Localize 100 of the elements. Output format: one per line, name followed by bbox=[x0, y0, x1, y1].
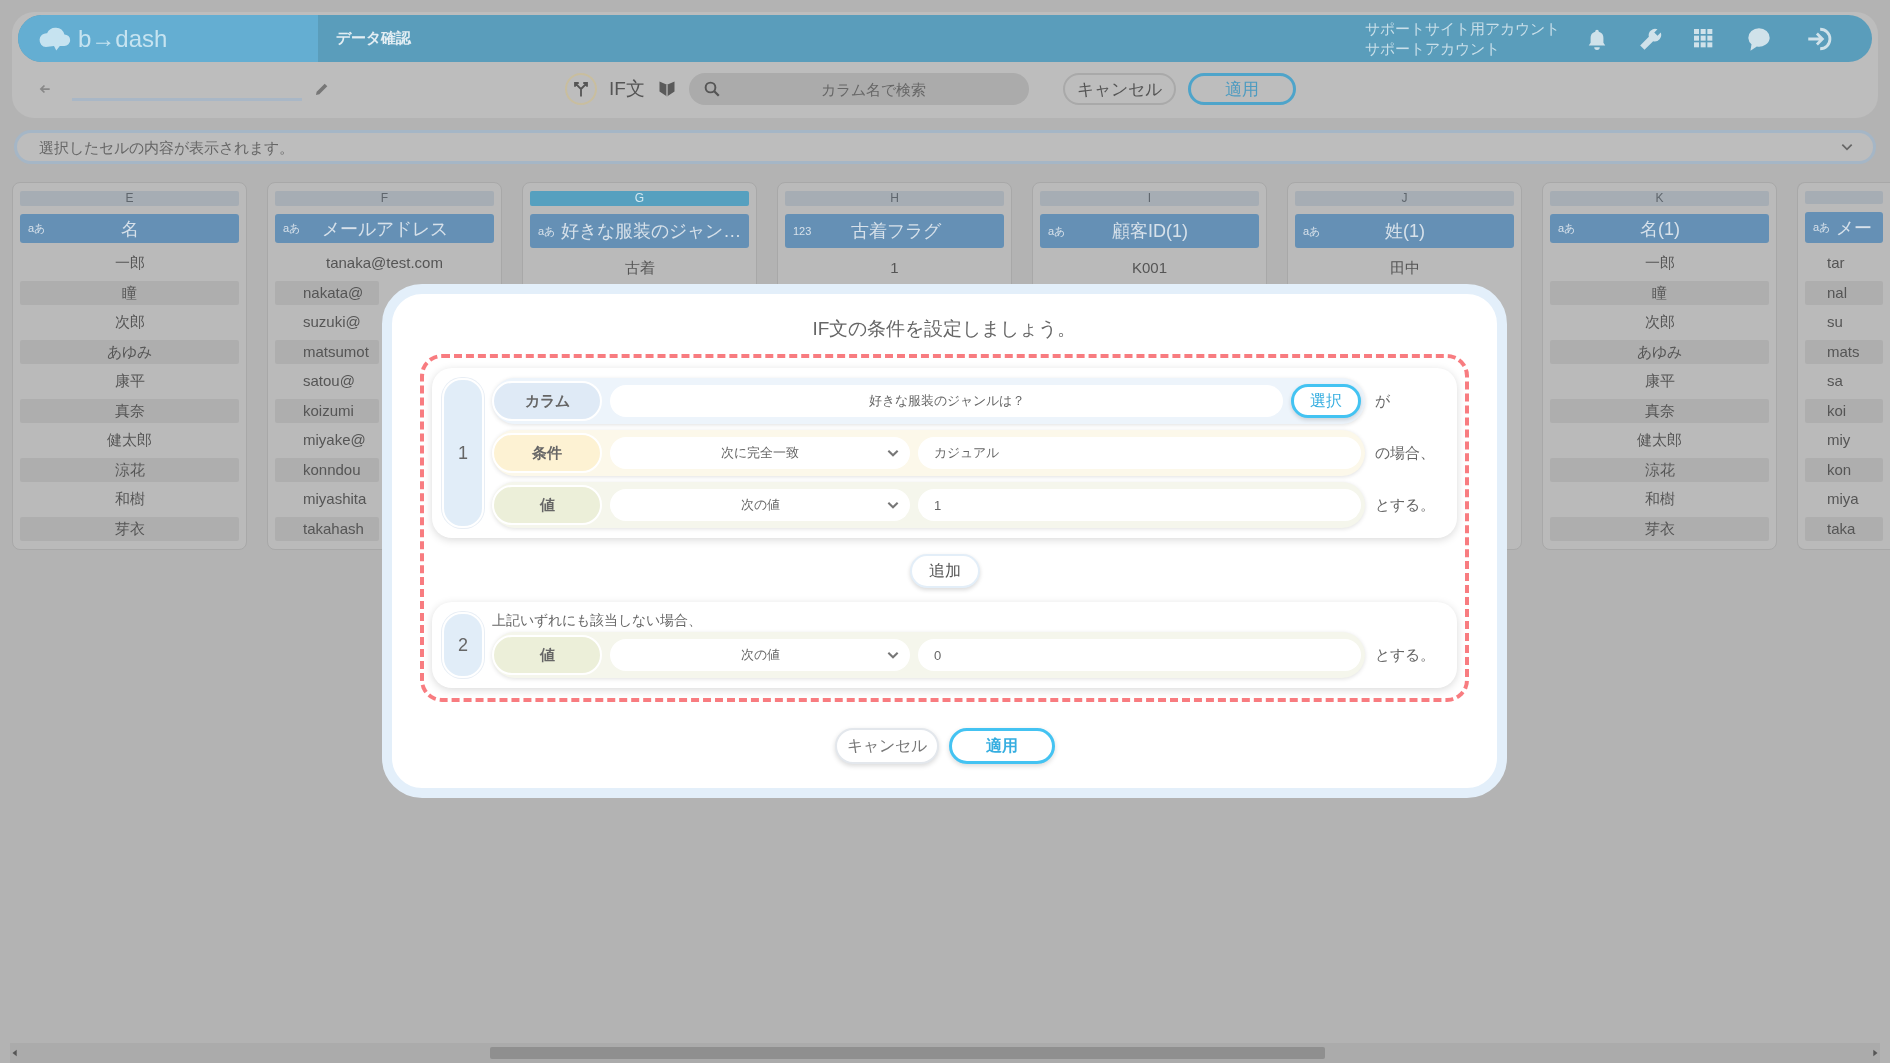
table-cell: koi bbox=[1805, 398, 1883, 423]
table-cell-text: miyashita bbox=[302, 489, 368, 509]
type-label: aあ bbox=[1558, 221, 1576, 236]
column-title: メー bbox=[1836, 216, 1874, 240]
table-cell: 芽衣 bbox=[1550, 516, 1769, 541]
table-cell: 真奈 bbox=[1550, 398, 1769, 423]
operator-dropdown[interactable]: 次に完全一致 bbox=[610, 437, 910, 469]
table-cell: matsumot bbox=[275, 339, 379, 364]
table-cell: 瞳 bbox=[20, 280, 239, 305]
table-cell-text: 一郎 bbox=[113, 253, 146, 273]
logo-text: b→dash bbox=[78, 24, 168, 53]
add-button[interactable]: 追加 bbox=[909, 554, 980, 588]
cancel-button[interactable]: キャンセル bbox=[834, 728, 939, 764]
table-cell-text: satou@ bbox=[302, 371, 356, 391]
table-cell: kon bbox=[1805, 457, 1883, 482]
back-arrow-icon bbox=[38, 82, 52, 96]
type-label: 123 bbox=[793, 225, 812, 237]
column-letter[interactable]: K bbox=[1550, 191, 1769, 206]
column-letter[interactable]: E bbox=[20, 191, 239, 206]
search-field[interactable]: カラム名で検索 bbox=[688, 73, 1029, 105]
column-header[interactable]: aあ メー bbox=[1805, 212, 1883, 243]
table-cell: nal bbox=[1805, 280, 1883, 305]
column-header[interactable]: 123 古着フラグ bbox=[785, 214, 1004, 248]
column-field[interactable]: 好きな服装のジャンルは？ bbox=[610, 385, 1283, 417]
table-cell: taka bbox=[1805, 516, 1883, 541]
type-label: aあ bbox=[1048, 223, 1066, 239]
table-cell: 瞳 bbox=[1550, 280, 1769, 305]
table-cell-text: 和樹 bbox=[1643, 489, 1676, 509]
column-header[interactable]: aあ 名 bbox=[20, 214, 239, 243]
column-header[interactable]: aあ 顧客ID(1) bbox=[1040, 214, 1259, 248]
column-letter[interactable]: I bbox=[1040, 191, 1259, 206]
column-title: 古着フラグ bbox=[849, 220, 942, 243]
search-icon bbox=[702, 80, 721, 98]
apply-button[interactable]: 適用 bbox=[1187, 73, 1296, 105]
table-cell: koizumi bbox=[275, 398, 379, 423]
table-cell-text: 康平 bbox=[113, 371, 146, 391]
table-cell: takahash bbox=[275, 516, 379, 541]
value-field[interactable]: カジュアル bbox=[918, 437, 1361, 469]
table-cell: あゆみ bbox=[20, 339, 239, 364]
table-cell: nakata@ bbox=[275, 280, 379, 305]
row-label: 条件 bbox=[492, 433, 602, 473]
table-cell-text: 田中 bbox=[1388, 258, 1421, 278]
column-title: 姓(1) bbox=[1384, 220, 1427, 243]
table-cell-text: 健太郎 bbox=[1636, 430, 1683, 450]
condition-number: 2 bbox=[442, 612, 484, 678]
column-header[interactable]: aあ 名(1) bbox=[1550, 214, 1769, 243]
mode-label: IF文 bbox=[609, 77, 645, 101]
condition-number: 1 bbox=[442, 378, 484, 528]
scroll-right-icon bbox=[1870, 1048, 1880, 1058]
table-cell-text: miyake@ bbox=[302, 430, 367, 450]
table-cell-text: 一郎 bbox=[1643, 253, 1676, 273]
column-letter[interactable]: H bbox=[785, 191, 1004, 206]
value-field[interactable]: 0 bbox=[918, 639, 1361, 671]
column-letter[interactable]: J bbox=[1295, 191, 1514, 206]
grid-icon bbox=[1694, 28, 1714, 49]
account-name[interactable]: サポートサイト用アカウント サポートアカウント bbox=[1365, 18, 1560, 59]
table-cell-text: 健太郎 bbox=[106, 430, 153, 450]
horizontal-scrollbar[interactable] bbox=[10, 1043, 1880, 1063]
type-label: aあ bbox=[538, 223, 556, 239]
operator-dropdown[interactable]: 次の値 bbox=[610, 489, 910, 521]
table-cell-text: 次郎 bbox=[113, 312, 146, 332]
table-cell-text: 次郎 bbox=[1643, 312, 1676, 332]
table-cell-text: 古着 bbox=[623, 258, 656, 278]
cancel-button[interactable]: キャンセル bbox=[1062, 73, 1176, 105]
row-suffix: とする。 bbox=[1375, 645, 1436, 665]
table-cell: konndou bbox=[275, 457, 379, 482]
column-header[interactable]: aあ 姓(1) bbox=[1295, 214, 1514, 248]
type-label: aあ bbox=[283, 221, 301, 236]
table-cell-text: 1 bbox=[889, 258, 900, 278]
branch-arrows-icon bbox=[572, 80, 590, 98]
nav-tab[interactable]: データ確認 bbox=[330, 25, 417, 52]
value-field[interactable]: 1 bbox=[918, 489, 1361, 521]
row-label: 値 bbox=[492, 635, 602, 675]
row-label: 値 bbox=[492, 485, 602, 525]
column-letter[interactable]: G bbox=[530, 191, 749, 206]
table-cell-text: 和樹 bbox=[113, 489, 146, 509]
row-suffix: とする。 bbox=[1375, 495, 1436, 515]
table-cell-text: su bbox=[1826, 312, 1844, 332]
select-button[interactable]: 選択 bbox=[1291, 384, 1361, 418]
row-label: カラム bbox=[492, 381, 602, 421]
pencil-icon bbox=[314, 81, 330, 97]
column-header[interactable]: aあ メールアドレス bbox=[275, 214, 494, 243]
apply-button[interactable]: 適用 bbox=[948, 728, 1055, 764]
type-label: aあ bbox=[28, 221, 46, 236]
type-label: aあ bbox=[1813, 220, 1831, 236]
type-label: aあ bbox=[1303, 223, 1321, 239]
row-suffix: の場合、 bbox=[1375, 443, 1436, 463]
table-cell-text: 康平 bbox=[1643, 371, 1676, 391]
column-title: 名(1) bbox=[1639, 217, 1682, 241]
cell-content-field[interactable]: 選択したセルの内容が表示されます。 bbox=[14, 130, 1876, 164]
column-letter[interactable]: F bbox=[275, 191, 494, 206]
operator-dropdown[interactable]: 次の値 bbox=[610, 639, 910, 671]
column-title: 顧客ID(1) bbox=[1111, 220, 1190, 243]
column-title: 名 bbox=[120, 217, 141, 241]
table-cell-text: miya bbox=[1826, 489, 1860, 509]
table-cell: mats bbox=[1805, 339, 1883, 364]
table-cell-text: suzuki@ bbox=[302, 312, 362, 332]
table-cell-text: tanaka@test.com bbox=[325, 253, 444, 273]
table-cell: 涼花 bbox=[1550, 457, 1769, 482]
column-header[interactable]: aあ 好きな服装のジャン… bbox=[530, 214, 749, 248]
